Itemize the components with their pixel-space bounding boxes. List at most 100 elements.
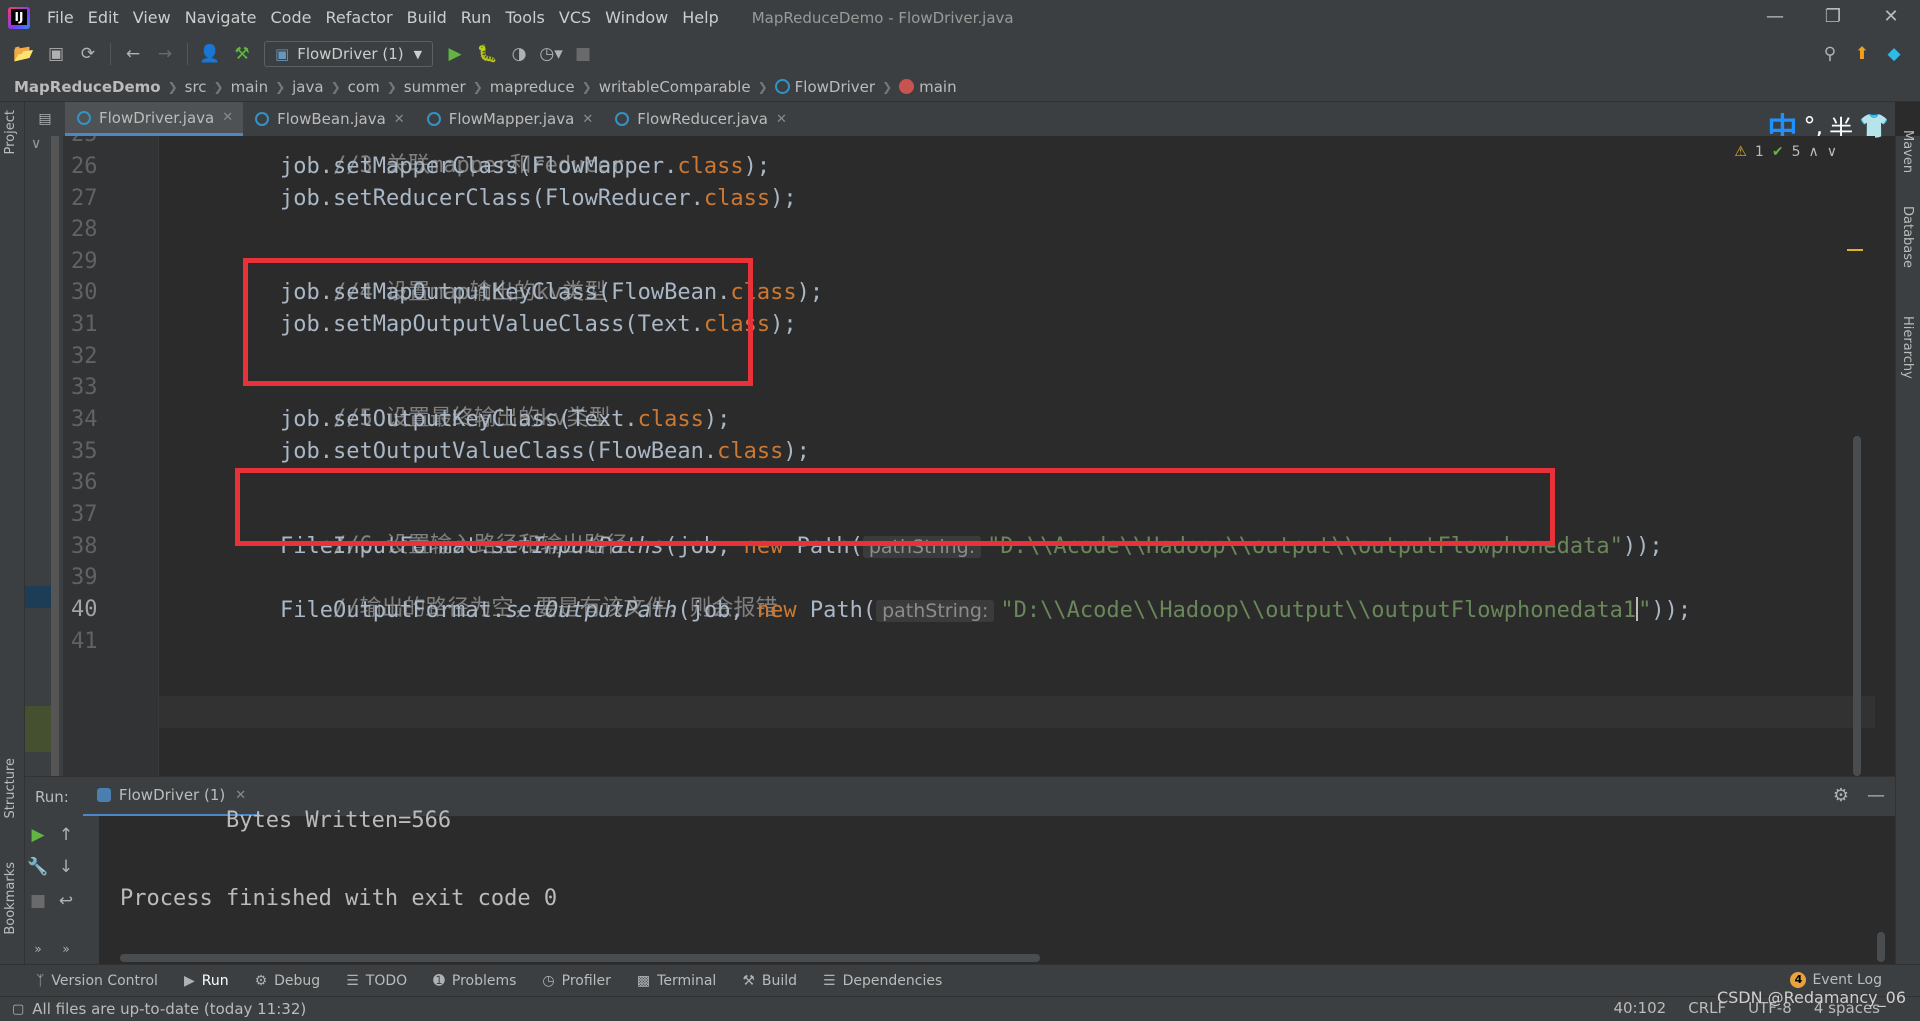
line-number: 30	[71, 280, 98, 305]
tab-flowbean[interactable]: FlowBean.java ✕	[243, 102, 415, 136]
run-tool-column: ▶ ↑ 🔧 ↓ ■ ↩ » »	[25, 816, 99, 964]
close-icon[interactable]: ✕	[235, 788, 246, 803]
scroll-marker[interactable]	[1847, 249, 1863, 251]
run-console[interactable]: ▶ ↑ 🔧 ↓ ■ ↩ » » Bytes Written=566 Proces…	[25, 808, 1895, 964]
user-dropdown-icon[interactable]: 👤▾	[196, 40, 224, 92]
tab-list-icon[interactable]: ▤	[25, 102, 65, 136]
caret-position[interactable]: 40:102	[1613, 999, 1666, 1017]
breadcrumb-summer[interactable]: summer	[404, 78, 466, 96]
tool-window-bookmarks[interactable]: Bookmarks	[3, 862, 18, 935]
code-editor[interactable]: ∨ 25 26 27 28 29 30 31 32 33 34 35 36 37…	[25, 136, 1875, 776]
hide-panel-icon[interactable]: —	[1867, 785, 1885, 806]
tool-problems[interactable]: ➊ Problems	[433, 973, 516, 989]
close-icon[interactable]: ✕	[394, 112, 405, 127]
breadcrumb-method[interactable]: main	[919, 78, 956, 96]
editor-scrollbar[interactable]	[1853, 436, 1861, 776]
menu-run[interactable]: Run	[454, 0, 499, 36]
menu-refactor[interactable]: Refactor	[318, 0, 399, 36]
breadcrumb-main[interactable]: main	[231, 78, 268, 96]
forward-arrow-icon[interactable]: →	[151, 40, 179, 68]
build-hammer-icon[interactable]: ⚒	[228, 40, 256, 68]
inspection-status[interactable]: ⚠ 1 ✔ 5 ∧ ∨	[1734, 144, 1837, 160]
debug-bug-icon[interactable]: 🐛	[473, 40, 501, 68]
bug-icon: ⚙	[254, 972, 268, 989]
tool-build[interactable]: ⚒ Build	[742, 973, 797, 989]
restore-icon[interactable]: ❐	[1804, 0, 1862, 36]
tool-window-project[interactable]: Project	[3, 110, 18, 154]
jetbrains-logo-icon[interactable]: ◆	[1880, 40, 1908, 68]
tool-profiler[interactable]: ◷ Profiler	[542, 973, 611, 989]
menu-vcs[interactable]: VCS	[552, 0, 598, 36]
update-icon[interactable]: ⬆	[1848, 40, 1876, 68]
breadcrumb-src[interactable]: src	[185, 78, 207, 96]
console-horizontal-scrollbar[interactable]	[120, 954, 1040, 962]
breadcrumb-mapreduce[interactable]: mapreduce	[490, 78, 575, 96]
method-icon	[899, 79, 915, 94]
stop-icon[interactable]: ■	[569, 40, 597, 68]
menu-build[interactable]: Build	[400, 0, 454, 36]
tool-run[interactable]: ▶ Run	[184, 973, 229, 989]
console-line: Bytes Written=566	[120, 808, 452, 833]
coverage-icon[interactable]: ◑	[505, 40, 533, 68]
code-text: job.setOutputKeyClass(Text.	[280, 407, 638, 432]
menu-file[interactable]: File	[40, 0, 81, 36]
tool-version-control[interactable]: ᛉ Version Control	[36, 973, 158, 989]
tool-window-structure[interactable]: Structure	[3, 758, 18, 818]
profiler-icon[interactable]: ◷▾	[537, 40, 565, 68]
tab-flowmapper[interactable]: FlowMapper.java ✕	[415, 102, 604, 136]
chevron-right-icon: ❯	[882, 79, 893, 94]
main-toolbar: 📂 ▣ ⟳ ← → 👤▾ ⚒ ▣ FlowDriver (1) ▼ ▶ 🐛 ◑ …	[0, 36, 1920, 92]
open-folder-icon[interactable]: 📂	[10, 40, 38, 68]
tool-window-hierarchy[interactable]: Hierarchy	[1900, 316, 1915, 379]
menu-edit[interactable]: Edit	[81, 0, 126, 36]
chevron-up-icon[interactable]: ∧	[1809, 144, 1819, 160]
close-icon[interactable]: ✕	[582, 112, 593, 127]
save-all-icon[interactable]: ▣	[42, 40, 70, 68]
tool-window-maven[interactable]: Maven	[1900, 130, 1915, 173]
event-log-button[interactable]: 4 Event Log	[1790, 972, 1882, 988]
chevron-down-icon[interactable]: ∨	[31, 136, 41, 152]
gear-icon[interactable]: ⚙	[1833, 785, 1849, 806]
tab-flowreducer[interactable]: FlowReducer.java ✕	[603, 102, 797, 136]
close-icon[interactable]: ✕	[1862, 0, 1920, 36]
rerun-icon[interactable]: ▶	[25, 822, 51, 848]
stop-icon[interactable]: ■	[25, 888, 51, 914]
java-class-icon	[255, 112, 270, 126]
arrow-down-icon[interactable]: ↓	[53, 854, 79, 880]
sync-icon[interactable]: ⟳	[74, 40, 102, 68]
tool-todo[interactable]: ☰ TODO	[346, 973, 407, 989]
back-arrow-icon[interactable]: ←	[119, 40, 147, 68]
minimize-icon[interactable]: —	[1746, 0, 1804, 36]
run-play-icon[interactable]: ▶	[441, 40, 469, 68]
run-configuration-select[interactable]: ▣ FlowDriver (1) ▼	[264, 41, 434, 67]
more-icon[interactable]: »	[53, 936, 79, 962]
breadcrumb-java[interactable]: java	[292, 78, 323, 96]
breadcrumb-com[interactable]: com	[348, 78, 380, 96]
tab-flowdriver[interactable]: FlowDriver.java ✕	[65, 102, 244, 136]
soft-wrap-icon[interactable]: ↩	[53, 888, 79, 914]
menu-help[interactable]: Help	[675, 0, 725, 36]
tool-window-database[interactable]: Database	[1900, 206, 1915, 268]
menu-tools[interactable]: Tools	[498, 0, 551, 36]
breadcrumb-project[interactable]: MapReduceDemo	[14, 78, 161, 96]
menu-view[interactable]: View	[126, 0, 178, 36]
console-vertical-scrollbar[interactable]	[1877, 932, 1885, 962]
tool-dependencies[interactable]: ☰ Dependencies	[823, 973, 942, 989]
menu-code[interactable]: Code	[264, 0, 319, 36]
tab-label: FlowBean.java	[277, 110, 386, 128]
tool-terminal[interactable]: ▩ Terminal	[637, 973, 716, 989]
search-icon[interactable]: ⚲	[1816, 40, 1844, 68]
wrench-icon[interactable]: 🔧	[25, 854, 51, 880]
close-icon[interactable]: ✕	[222, 110, 233, 125]
breadcrumb-package[interactable]: writableComparable	[599, 78, 751, 96]
menu-navigate[interactable]: Navigate	[178, 0, 264, 36]
status-message-icon[interactable]: ▢	[12, 1002, 24, 1017]
close-icon[interactable]: ✕	[776, 112, 787, 127]
tool-debug[interactable]: ⚙ Debug	[255, 973, 321, 989]
chevron-down-icon[interactable]: ∨	[1827, 144, 1837, 160]
breadcrumb-class[interactable]: FlowDriver	[795, 78, 875, 96]
arrow-up-icon[interactable]: ↑	[53, 822, 79, 848]
more-icon[interactable]: »	[25, 936, 51, 962]
menu-window[interactable]: Window	[598, 0, 675, 36]
editor-tabs: ▤ FlowDriver.java ✕ FlowBean.java ✕ Flow…	[25, 102, 1895, 147]
